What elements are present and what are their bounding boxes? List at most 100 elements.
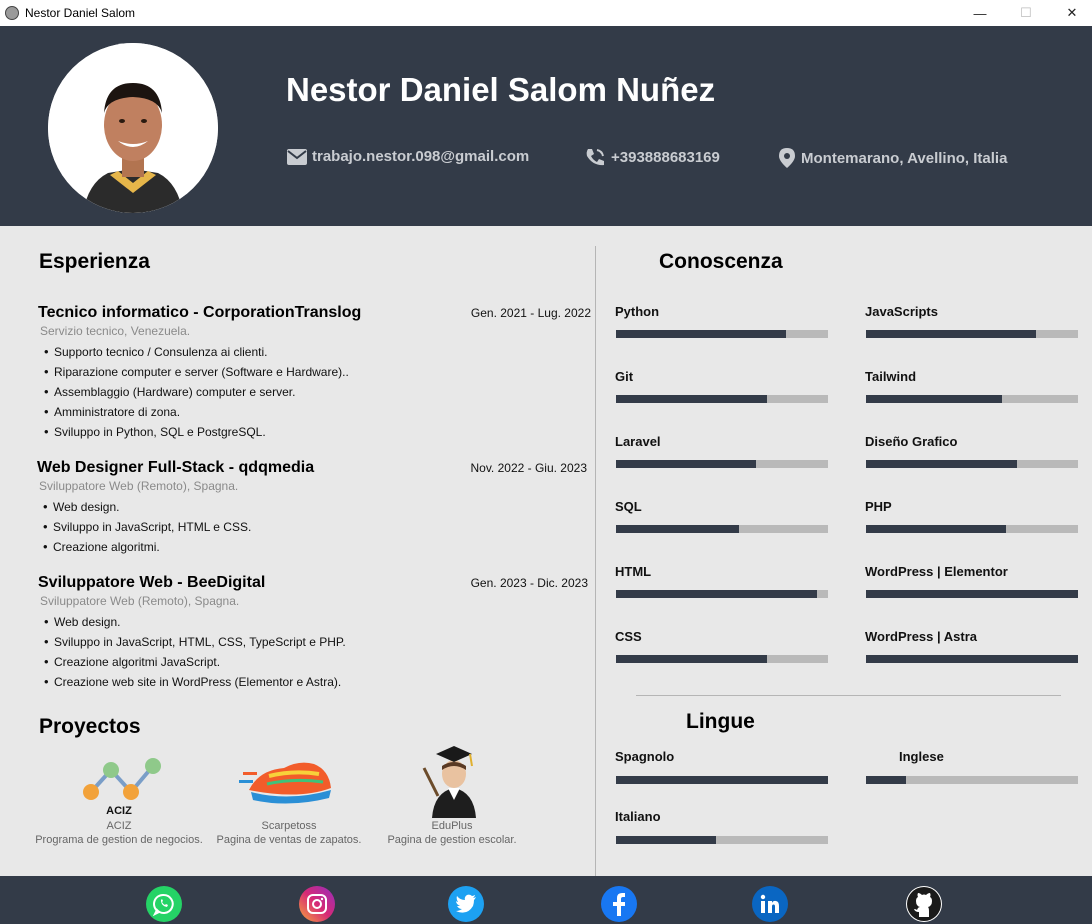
skill-bar bbox=[866, 395, 1078, 403]
linkedin-icon[interactable] bbox=[752, 886, 788, 922]
skill-bar-fill bbox=[866, 590, 1078, 598]
avatar bbox=[48, 43, 218, 213]
skill-bar bbox=[616, 525, 828, 533]
job-bullet: Creazione algoritmi JavaScript. bbox=[38, 652, 594, 672]
window-titlebar: Nestor Daniel Salom — ☐ ✕ bbox=[0, 0, 1092, 26]
job-bullet: Sviluppo in JavaScript, HTML, CSS, TypeS… bbox=[38, 632, 594, 652]
skill-label: Git bbox=[615, 369, 634, 384]
section-divider bbox=[636, 695, 1061, 696]
skill-bar bbox=[616, 330, 828, 338]
skill-label: Tailwind bbox=[865, 369, 917, 384]
project-card[interactable]: EduPlus Pagina de gestion escolar. bbox=[362, 740, 542, 846]
contact-phone[interactable]: +393888683169 bbox=[585, 148, 720, 166]
experience-heading: Esperienza bbox=[39, 250, 150, 273]
close-button[interactable]: ✕ bbox=[1049, 0, 1092, 26]
job-bullet: Creazione web site in WordPress (Element… bbox=[38, 672, 594, 692]
job-bullet: Sviluppo in JavaScript, HTML e CSS. bbox=[37, 517, 593, 537]
skill-item: HTML bbox=[615, 564, 828, 598]
skill-item: CSS bbox=[615, 629, 828, 663]
skill-label: Python bbox=[615, 304, 660, 319]
skill-item: SQL bbox=[615, 499, 828, 533]
job-bullet: Web design. bbox=[38, 612, 594, 632]
skill-item: WordPress | Elementor bbox=[865, 564, 1078, 598]
aciz-logo-text: ACIZ bbox=[106, 805, 132, 817]
language-bar bbox=[616, 836, 828, 844]
project-description: Programa de gestion de negocios. bbox=[35, 834, 203, 846]
avatar-portrait bbox=[48, 43, 218, 213]
job-subtitle: Sviluppatore Web (Remoto), Spagna. bbox=[39, 479, 239, 493]
skill-item: JavaScripts bbox=[865, 304, 1078, 338]
skill-bar-fill bbox=[866, 525, 1006, 533]
job-date: Nov. 2022 - Giu. 2023 bbox=[470, 461, 587, 475]
instagram-icon[interactable] bbox=[299, 886, 335, 922]
skill-bar bbox=[616, 395, 828, 403]
maximize-button[interactable]: ☐ bbox=[1003, 0, 1049, 26]
window-title: Nestor Daniel Salom bbox=[25, 6, 136, 20]
job-date: Gen. 2021 - Lug. 2022 bbox=[470, 306, 591, 320]
skill-bar bbox=[616, 590, 828, 598]
whatsapp-icon[interactable] bbox=[146, 886, 182, 922]
language-bar-fill bbox=[616, 776, 828, 784]
project-card[interactable]: ACIZ ACIZ Programa de gestion de negocio… bbox=[29, 740, 209, 846]
skill-bar bbox=[866, 460, 1078, 468]
language-label: Inglese bbox=[899, 749, 944, 764]
language-bar bbox=[616, 776, 828, 784]
job-subtitle: Sviluppatore Web (Remoto), Spagna. bbox=[40, 594, 240, 608]
skill-label: Diseño Grafico bbox=[865, 434, 958, 449]
envelope-icon bbox=[287, 148, 307, 165]
profile-header: Nestor Daniel Salom Nuñez trabajo.nestor… bbox=[0, 26, 1092, 226]
map-pin-icon bbox=[779, 148, 795, 168]
language-bar bbox=[866, 776, 1078, 784]
email-text: trabajo.nestor.098@gmail.com bbox=[312, 148, 530, 165]
facebook-icon[interactable] bbox=[601, 886, 637, 922]
job-entry: Tecnico informatico - CorporationTranslo… bbox=[38, 304, 594, 442]
skill-item: Git bbox=[615, 369, 828, 403]
skill-bar-fill bbox=[616, 330, 786, 338]
skill-item: Laravel bbox=[615, 434, 828, 468]
skill-label: HTML bbox=[615, 564, 652, 579]
sneaker-logo-icon bbox=[239, 740, 339, 818]
project-name: Scarpetoss bbox=[261, 820, 317, 832]
job-bullet: Sviluppo in Python, SQL e PostgreSQL. bbox=[38, 422, 594, 442]
language-bar-fill bbox=[616, 836, 716, 844]
language-label: Spagnolo bbox=[615, 749, 675, 764]
skill-bar-fill bbox=[866, 395, 1002, 403]
location-text: Montemarano, Avellino, Italia bbox=[801, 149, 1008, 167]
skill-bar-fill bbox=[616, 590, 817, 598]
app-icon bbox=[5, 6, 19, 20]
job-subtitle: Servizio tecnico, Venezuela. bbox=[40, 324, 191, 338]
job-date: Gen. 2023 - Dic. 2023 bbox=[470, 576, 588, 590]
skill-item: Tailwind bbox=[865, 369, 1078, 403]
language-item: Inglese bbox=[865, 749, 1078, 784]
minimize-button[interactable]: — bbox=[957, 0, 1003, 26]
projects-heading: Proyectos bbox=[39, 715, 141, 738]
skill-bar bbox=[866, 525, 1078, 533]
project-name: ACIZ bbox=[106, 820, 132, 832]
skill-label: WordPress | Elementor bbox=[865, 564, 1008, 579]
skill-label: SQL bbox=[615, 499, 642, 514]
skill-item: Diseño Grafico bbox=[865, 434, 1078, 468]
github-icon[interactable] bbox=[906, 886, 942, 922]
skill-item: Python bbox=[615, 304, 828, 338]
contact-email[interactable]: trabajo.nestor.098@gmail.com bbox=[287, 148, 529, 165]
language-item: Italiano bbox=[615, 809, 828, 844]
project-name: EduPlus bbox=[431, 820, 473, 832]
skill-bar bbox=[616, 655, 828, 663]
language-label: Italiano bbox=[615, 809, 661, 824]
job-entry: Sviluppatore Web - BeeDigital Gen. 2023 … bbox=[38, 574, 594, 692]
job-bullet: Supporto tecnico / Consulenza ai clienti… bbox=[38, 342, 594, 362]
skill-label: CSS bbox=[615, 629, 642, 644]
phone-text: +393888683169 bbox=[611, 148, 720, 166]
skill-label: JavaScripts bbox=[865, 304, 938, 319]
skill-bar-fill bbox=[616, 525, 739, 533]
skill-bar-fill bbox=[616, 395, 767, 403]
skill-bar-fill bbox=[866, 330, 1036, 338]
project-card[interactable]: Scarpetoss Pagina de ventas de zapatos. bbox=[199, 740, 379, 846]
chart-logo-icon: ACIZ bbox=[69, 740, 169, 818]
profile-name: Nestor Daniel Salom Nuñez bbox=[286, 71, 716, 108]
twitter-icon[interactable] bbox=[448, 886, 484, 922]
job-bullet: Assemblaggio (Hardware) computer e serve… bbox=[38, 382, 594, 402]
project-description: Pagina de gestion escolar. bbox=[387, 834, 517, 846]
language-item: Spagnolo bbox=[615, 749, 828, 784]
skill-bar bbox=[866, 590, 1078, 598]
